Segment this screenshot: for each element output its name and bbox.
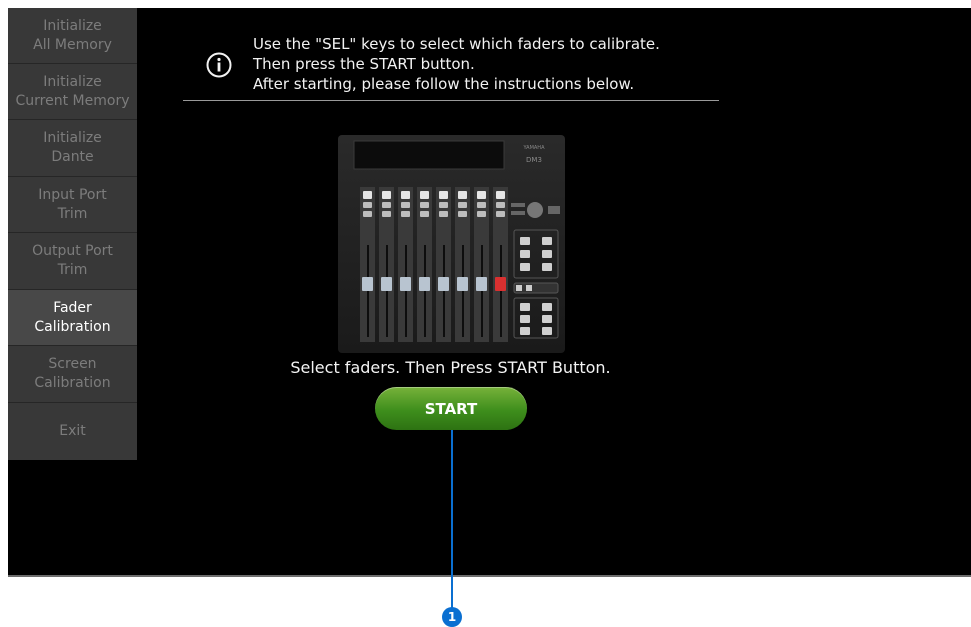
sidebar-item-input-port-trim[interactable]: Input Port Trim (8, 177, 137, 233)
sidebar-item-output-port-trim[interactable]: Output Port Trim (8, 233, 137, 290)
screen-bottom-edge (8, 575, 971, 577)
calibration-screen: Initialize All Memory Initialize Current… (8, 8, 971, 575)
status-message: Select faders. Then Press START Button. (290, 358, 611, 377)
info-icon (206, 52, 232, 78)
start-button[interactable]: START (375, 387, 527, 430)
sidebar-item-initialize-all-memory[interactable]: Initialize All Memory (8, 8, 137, 64)
console-brand: YAMAHA (522, 145, 545, 151)
sidebar: Initialize All Memory Initialize Current… (8, 8, 137, 460)
divider (183, 100, 719, 101)
console-image: YAMAHA DM3 (338, 135, 565, 353)
instruction-text: Use the "SEL" keys to select which fader… (253, 34, 660, 94)
callout-line (451, 430, 453, 608)
instruction-line-3: After starting, please follow the instru… (253, 75, 635, 93)
sidebar-item-initialize-dante[interactable]: Initialize Dante (8, 120, 137, 177)
callout-badge: 1 (442, 607, 462, 627)
sidebar-item-screen-calibration[interactable]: Screen Calibration (8, 346, 137, 403)
instruction-line-1: Use the "SEL" keys to select which fader… (253, 35, 660, 53)
console-model: DM3 (526, 156, 542, 164)
sidebar-item-initialize-current-memory[interactable]: Initialize Current Memory (8, 64, 137, 120)
instruction-line-2: Then press the START button. (253, 55, 475, 73)
sidebar-item-exit[interactable]: Exit (8, 403, 137, 460)
sidebar-item-fader-calibration[interactable]: Fader Calibration (8, 290, 137, 346)
